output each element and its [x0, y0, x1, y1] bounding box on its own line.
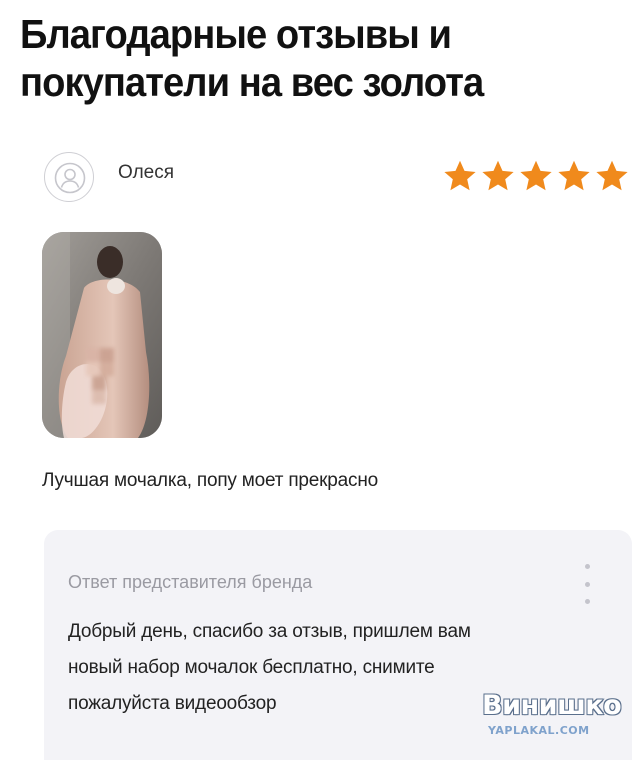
star-icon: [558, 160, 590, 191]
star-icon: [444, 160, 476, 191]
star-icon: [596, 160, 628, 191]
more-vertical-icon[interactable]: [582, 564, 592, 604]
review-photo[interactable]: [42, 232, 162, 438]
reviewer-name[interactable]: Олеся: [118, 162, 174, 184]
brand-reply-line-2: новый набор мочалок бесплатно, снимите: [68, 657, 435, 678]
review-text: Лучшая мочалка, попу моет прекрасно: [42, 470, 378, 491]
brand-reply-line-1: Добрый день, спасибо за отзыв, пришлем в…: [68, 621, 471, 642]
watermark-sub-text: YAPLAKAL.COM: [488, 724, 590, 737]
watermark-logo: Винишко YAPLAKAL.COM: [481, 689, 622, 742]
star-icon: [482, 160, 514, 191]
page-title-line-1: Благодарные отзывы и: [20, 11, 452, 57]
rating-stars: [442, 158, 630, 194]
page-title-line-2: покупатели на вес золота: [20, 59, 484, 105]
brand-reply-label: Ответ представителя бренда: [68, 572, 313, 592]
star-icon: [520, 160, 552, 191]
page-title: Благодарные отзывы и покупатели на вес з…: [20, 10, 578, 106]
avatar[interactable]: [44, 152, 94, 202]
user-icon: [54, 162, 86, 194]
watermark-main-text: Винишко: [481, 689, 622, 722]
review-header: Олеся: [44, 152, 634, 212]
